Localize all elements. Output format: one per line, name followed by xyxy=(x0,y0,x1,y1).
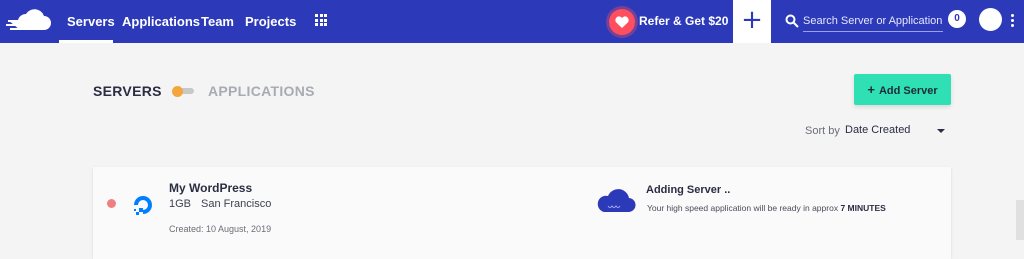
avatar-icon[interactable] xyxy=(979,8,1002,31)
status-desc-time: 7 MINUTES xyxy=(840,203,886,213)
add-server-button[interactable]: + Add Server xyxy=(854,74,951,105)
status-desc-text: Your high speed application will be read… xyxy=(647,203,841,213)
cloud-icon xyxy=(597,189,636,213)
nav-servers[interactable]: Servers xyxy=(67,14,115,29)
server-location: San Francisco xyxy=(201,198,272,210)
notification-count-badge[interactable]: 0 xyxy=(948,10,966,28)
server-status-description: Your high speed application will be read… xyxy=(647,203,886,213)
server-size: 1GB xyxy=(169,198,192,210)
digitalocean-icon xyxy=(134,196,152,215)
server-created-date: Created: 10 August, 2019 xyxy=(169,224,272,234)
scrollbar-thumb[interactable] xyxy=(1016,200,1024,240)
refer-link[interactable]: Refer & Get $20 xyxy=(639,14,728,28)
plus-icon: + xyxy=(741,5,763,35)
apps-grid-icon[interactable] xyxy=(315,14,327,26)
sort-by-select[interactable]: Date Created xyxy=(845,124,910,136)
nav-team[interactable]: Team xyxy=(201,14,234,29)
server-status-dot xyxy=(107,199,116,208)
search-icon xyxy=(785,14,799,28)
heart-icon[interactable] xyxy=(609,9,635,35)
top-navbar: Servers Applications Team Projects Refer… xyxy=(0,0,1024,43)
nav-projects[interactable]: Projects xyxy=(245,14,296,29)
nav-applications[interactable]: Applications xyxy=(122,14,200,29)
caret-down-icon[interactable] xyxy=(937,129,945,133)
server-name[interactable]: My WordPress xyxy=(169,181,252,195)
kebab-menu-icon[interactable] xyxy=(1011,14,1015,30)
nav-active-indicator xyxy=(59,40,113,43)
cloudways-logo-icon[interactable] xyxy=(6,8,52,34)
add-new-button[interactable]: + xyxy=(733,0,771,43)
tab-applications[interactable]: APPLICATIONS xyxy=(208,83,315,99)
toggle-knob xyxy=(172,86,183,97)
add-server-label: Add Server xyxy=(878,85,938,97)
search-input[interactable] xyxy=(803,10,943,32)
servers-applications-toggle[interactable] xyxy=(172,86,194,97)
tab-servers[interactable]: SERVERS xyxy=(93,83,162,99)
sort-by-label: Sort by xyxy=(805,125,840,137)
plus-icon: + xyxy=(867,82,875,97)
server-status-title: Adding Server .. xyxy=(646,184,731,196)
